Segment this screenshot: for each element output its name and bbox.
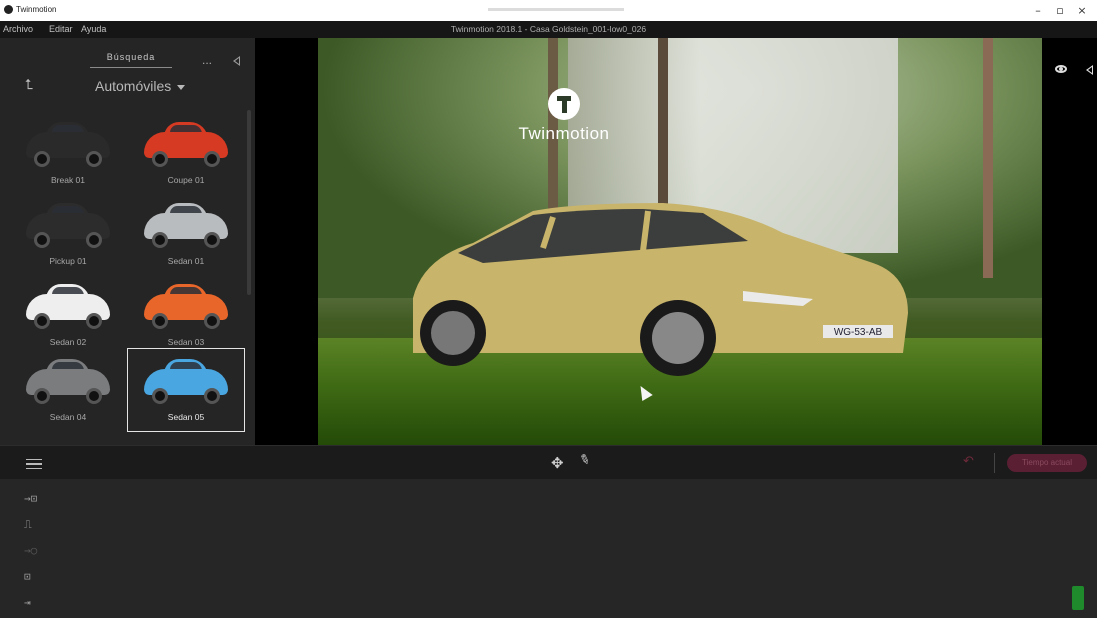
import-icon[interactable]: →⊡	[24, 492, 37, 505]
car-thumbnail	[136, 195, 236, 255]
search-tab[interactable]: Búsqueda	[90, 52, 172, 68]
toolbar-divider	[994, 453, 995, 473]
car-thumbnail	[136, 114, 236, 174]
menu-editar[interactable]: Editar	[49, 24, 73, 34]
menu-bar: Twinmotion 2018.1 - Casa Goldstein_001-l…	[0, 21, 1097, 38]
car-render: WG-53-AB	[413, 203, 908, 376]
media-icon[interactable]: ⊡	[24, 570, 31, 583]
document-title: Twinmotion 2018.1 - Casa Goldstein_001-l…	[450, 24, 647, 34]
car-thumbnail	[136, 276, 236, 336]
twinmotion-logo-icon	[4, 5, 13, 14]
library-item-label: Sedan 01	[167, 256, 205, 266]
menu-archivo[interactable]: Archivo	[3, 24, 33, 34]
library-item[interactable]: Coupe 01	[128, 112, 244, 194]
chevron-down-icon	[177, 84, 186, 90]
more-options-button[interactable]: ...	[202, 53, 212, 67]
car-thumbnail	[18, 114, 118, 174]
library-item[interactable]: Sedan 01	[128, 193, 244, 275]
library-item-label: Break 01	[50, 175, 86, 185]
render-view[interactable]: WG-53-AB Twinmotion	[318, 38, 1042, 445]
car-thumbnail	[18, 276, 118, 336]
collapse-right-panel-icon[interactable]	[1086, 65, 1093, 75]
app-name: Twinmotion	[16, 5, 57, 14]
performance-indicator-icon	[1072, 586, 1084, 610]
loading-bar	[488, 8, 624, 11]
back-up-icon[interactable]: ⮤	[25, 76, 33, 93]
license-plate: WG-53-AB	[834, 327, 883, 338]
bottom-panel: →⊡ ⎍ →○ ⊡ ⇥	[0, 479, 1097, 618]
restore-button[interactable]: ▫	[1049, 3, 1071, 18]
pen-tool-icon[interactable]: ✎	[577, 452, 592, 470]
library-item[interactable]: Sedan 03	[128, 274, 244, 356]
library-item-label: Pickup 01	[49, 256, 87, 266]
library-panel: Búsqueda ... ⮤ Automóviles Break 01 Coupe…	[0, 38, 255, 445]
export-icon[interactable]: ⇥	[24, 596, 31, 609]
category-label: Automóviles	[95, 78, 172, 94]
library-item-label: Sedan 03	[167, 337, 205, 347]
undo-icon[interactable]: ↶	[963, 454, 974, 469]
main-toolbar: ✥ ✎ ↶ Tiempo actual	[0, 445, 1097, 479]
library-item[interactable]: Break 01	[10, 112, 126, 194]
library-item-label: Coupe 01	[167, 175, 205, 185]
collapse-panel-icon[interactable]	[233, 56, 240, 66]
os-title-bar: Twinmotion – ▫ ×	[0, 0, 1097, 21]
path-icon[interactable]: →○	[24, 544, 37, 557]
close-button[interactable]: ×	[1071, 3, 1093, 18]
library-scrollbar[interactable]	[247, 110, 251, 295]
time-button[interactable]: Tiempo actual	[1007, 454, 1087, 472]
car-thumbnail	[136, 351, 236, 411]
menu-icon[interactable]	[26, 459, 42, 469]
library-item-label: Sedan 04	[49, 412, 87, 422]
move-tool-icon[interactable]: ✥	[551, 454, 564, 472]
car-thumbnail	[18, 195, 118, 255]
library-item[interactable]: Sedan 02	[10, 274, 126, 356]
settings-icon[interactable]: ⎍	[24, 518, 32, 532]
viewport[interactable]: WG-53-AB Twinmotion	[255, 38, 1097, 445]
library-item-label: Sedan 05	[167, 412, 205, 422]
eye-icon[interactable]	[1055, 65, 1067, 73]
watermark-text: Twinmotion	[518, 124, 610, 143]
menu-ayuda[interactable]: Ayuda	[81, 24, 106, 34]
library-item[interactable]: Sedan 04	[10, 349, 126, 431]
twinmotion-logo-icon	[548, 88, 580, 120]
library-item[interactable]: Pickup 01	[10, 193, 126, 275]
category-dropdown[interactable]: Automóviles	[95, 78, 186, 94]
library-item[interactable]: Sedan 05	[127, 348, 245, 432]
twinmotion-watermark: Twinmotion	[508, 88, 620, 144]
minimize-button[interactable]: –	[1027, 3, 1049, 18]
library-item-label: Sedan 02	[49, 337, 87, 347]
car-thumbnail	[18, 351, 118, 411]
